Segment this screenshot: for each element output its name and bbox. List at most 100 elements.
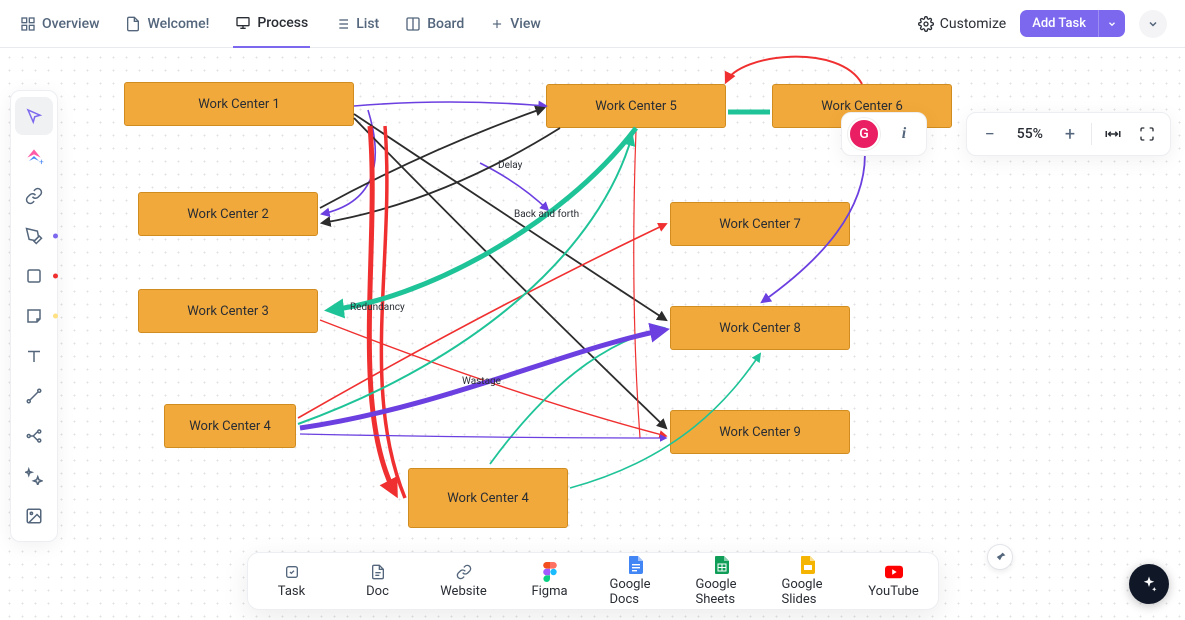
tray-gslides[interactable]: Google Slides — [782, 556, 834, 607]
tab-board-label: Board — [427, 16, 464, 32]
tray-website[interactable]: Website — [438, 563, 490, 599]
list-icon — [334, 16, 350, 32]
pin-icon — [994, 551, 1007, 564]
whiteboard-icon — [235, 15, 251, 31]
tool-rail: + — [10, 90, 58, 542]
tool-branch[interactable] — [15, 417, 53, 455]
tool-link[interactable] — [15, 177, 53, 215]
tab-overview[interactable]: Overview — [18, 16, 101, 47]
avatar[interactable]: G — [848, 118, 880, 150]
tray-task[interactable]: Task — [266, 563, 318, 599]
chevron-down-icon — [1107, 19, 1117, 29]
zoom-out-button[interactable]: − — [975, 119, 1005, 149]
node-label: Work Center 1 — [198, 97, 280, 112]
branch-icon — [25, 427, 43, 445]
insert-tray: Task Doc Website Figma Google Docs Googl… — [247, 552, 939, 610]
node-label: Work Center 3 — [187, 304, 269, 319]
cursor-icon — [25, 107, 43, 125]
tool-connector[interactable] — [15, 377, 53, 415]
sticky-note-icon — [25, 307, 43, 325]
presence-panel: G i — [841, 112, 927, 156]
tab-board[interactable]: Board — [403, 16, 466, 47]
node-wc1[interactable]: Work Center 1 — [124, 82, 354, 126]
tray-label: Google Slides — [782, 577, 834, 607]
tool-sticky[interactable] — [15, 297, 53, 335]
collapse-button[interactable] — [1139, 10, 1167, 38]
square-icon — [25, 267, 43, 285]
tab-overview-label: Overview — [42, 16, 99, 32]
tab-list[interactable]: List — [332, 16, 381, 47]
google-docs-icon — [627, 556, 645, 574]
add-view-label: View — [510, 16, 541, 32]
tab-process[interactable]: Process — [233, 15, 310, 48]
tab-process-label: Process — [257, 15, 308, 31]
node-label: Work Center 4 — [189, 419, 271, 434]
board-icon — [405, 16, 421, 32]
svg-text:+: + — [39, 157, 44, 166]
node-wc4a[interactable]: Work Center 4 — [164, 404, 296, 448]
add-view[interactable]: View — [488, 16, 543, 47]
tray-figma[interactable]: Figma — [524, 563, 576, 599]
tray-label: Google Docs — [610, 577, 662, 607]
tray-label: YouTube — [868, 584, 919, 599]
sparkle-icon — [25, 467, 43, 485]
add-task-button[interactable]: Add Task — [1020, 10, 1098, 37]
views-tabs: Overview Welcome! Process List Board Vie… — [18, 0, 543, 48]
tool-ai[interactable]: + — [15, 137, 53, 175]
zoom-controls: − 55% + — [966, 112, 1171, 156]
tool-image[interactable] — [15, 497, 53, 535]
node-wc4b[interactable]: Work Center 4 — [408, 468, 568, 528]
divider — [1091, 123, 1092, 145]
node-wc7[interactable]: Work Center 7 — [670, 202, 850, 246]
link-icon — [455, 563, 473, 581]
add-task-dropdown[interactable] — [1098, 10, 1125, 37]
node-wc2[interactable]: Work Center 2 — [138, 192, 318, 236]
figma-icon — [541, 563, 559, 581]
tool-shape[interactable] — [15, 257, 53, 295]
google-sheets-icon — [713, 556, 731, 574]
fit-to-screen-button[interactable] — [1098, 119, 1128, 149]
doc-icon — [369, 563, 387, 581]
google-slides-icon — [799, 556, 817, 574]
task-icon — [283, 563, 301, 581]
customize-button[interactable]: Customize — [918, 16, 1006, 32]
customize-label: Customize — [940, 16, 1006, 32]
node-wc3[interactable]: Work Center 3 — [138, 289, 318, 333]
fit-width-icon — [1104, 125, 1122, 143]
fullscreen-button[interactable] — [1132, 119, 1162, 149]
tab-list-label: List — [356, 16, 379, 32]
text-icon — [25, 347, 43, 365]
node-wc5[interactable]: Work Center 5 — [546, 84, 726, 128]
pin-button[interactable] — [987, 544, 1013, 570]
link-icon — [25, 187, 43, 205]
node-label: Work Center 8 — [719, 321, 801, 336]
tray-doc[interactable]: Doc — [352, 563, 404, 599]
ai-fab[interactable] — [1129, 564, 1169, 604]
whiteboard-canvas[interactable]: G i − 55% + Work Center 1 Work Center 2 … — [0, 48, 1185, 620]
node-wc9[interactable]: Work Center 9 — [670, 410, 850, 454]
flow-label-back-and-forth: Back and forth — [514, 209, 579, 220]
tool-magic[interactable] — [15, 457, 53, 495]
node-wc8[interactable]: Work Center 8 — [670, 306, 850, 350]
node-label: Work Center 5 — [595, 99, 677, 114]
gear-icon — [918, 16, 934, 32]
tray-youtube[interactable]: YouTube — [868, 563, 920, 599]
zoom-level[interactable]: 55% — [1009, 126, 1051, 142]
zoom-in-button[interactable]: + — [1055, 119, 1085, 149]
chevron-down-icon — [1147, 18, 1159, 30]
tool-pen[interactable] — [15, 217, 53, 255]
tray-label: Doc — [366, 584, 389, 599]
sparkle-icon — [1140, 575, 1158, 593]
tray-gdocs[interactable]: Google Docs — [610, 556, 662, 607]
tray-label: Task — [278, 584, 305, 599]
tray-label: Website — [440, 584, 487, 599]
tool-select[interactable] — [15, 97, 53, 135]
info-button[interactable]: i — [888, 118, 920, 150]
add-task-button-group: Add Task — [1020, 10, 1125, 37]
top-bar: Overview Welcome! Process List Board Vie… — [0, 0, 1185, 48]
tray-gsheets[interactable]: Google Sheets — [696, 556, 748, 607]
tool-text[interactable] — [15, 337, 53, 375]
topbar-right: Customize Add Task — [918, 10, 1167, 38]
tab-welcome[interactable]: Welcome! — [123, 16, 211, 47]
flow-label-redundancy: Redundancy — [350, 302, 405, 313]
